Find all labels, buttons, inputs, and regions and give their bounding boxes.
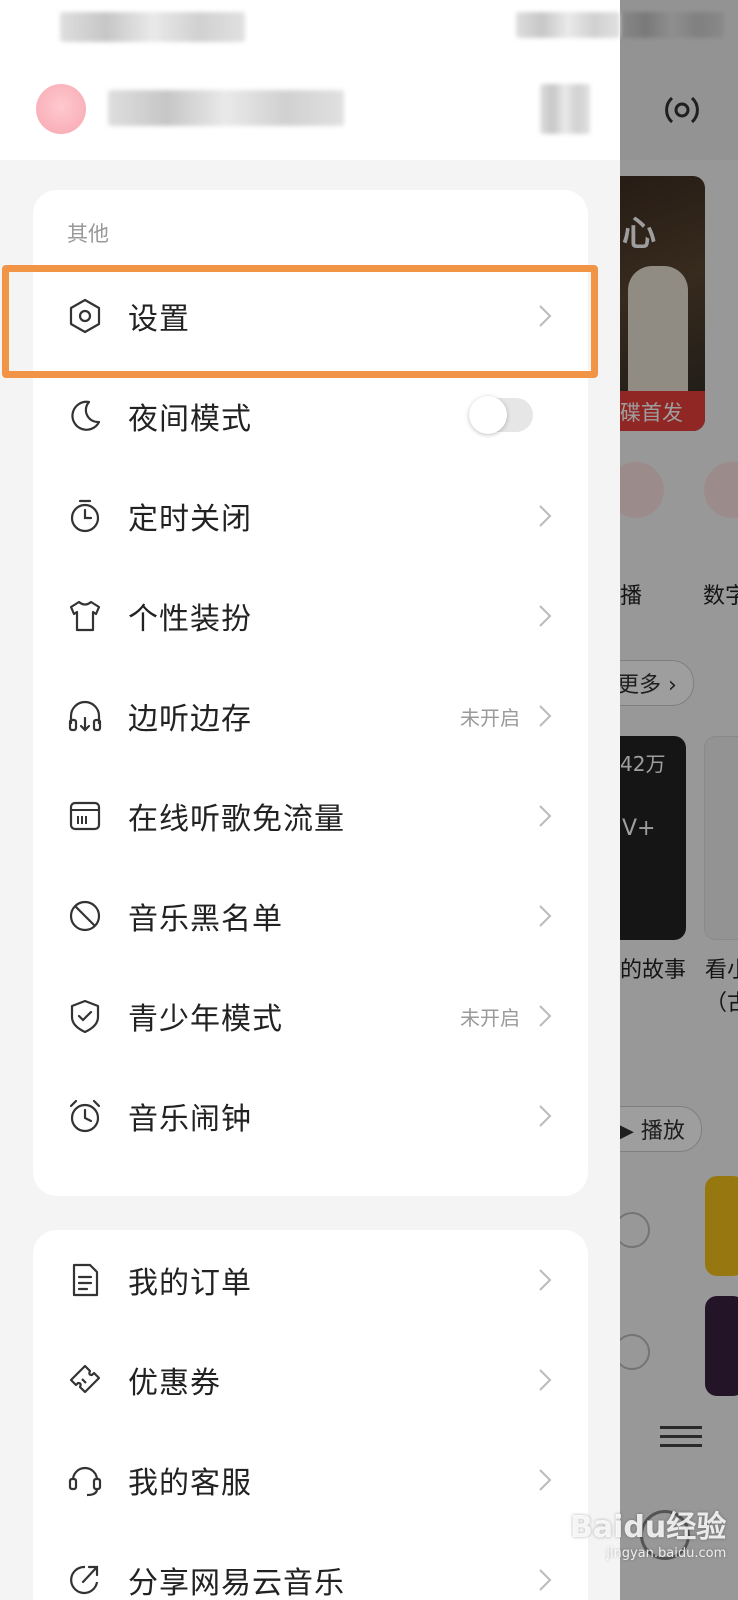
drawer-header xyxy=(0,0,620,160)
chevron-right-icon xyxy=(539,905,552,927)
menu-item-label: 个性装扮 xyxy=(128,602,252,637)
menu-item-share[interactable]: 分享网易云音乐 xyxy=(33,1530,588,1600)
chevron-right-icon xyxy=(539,1369,552,1391)
chevron-right-icon xyxy=(539,505,552,527)
alarm-clock-icon xyxy=(67,1098,103,1134)
chevron-right-icon xyxy=(539,805,552,827)
menu-item-youth-mode[interactable]: 青少年模式 未开启 xyxy=(33,966,588,1066)
watermark-url: jingyan.baidu.com xyxy=(606,1546,727,1561)
chevron-right-icon xyxy=(539,705,552,727)
menu-item-label: 在线听歌免流量 xyxy=(128,802,345,837)
user-avatar[interactable] xyxy=(36,84,86,134)
chevron-right-icon xyxy=(539,1105,552,1127)
chevron-right-icon xyxy=(539,305,552,327)
menu-item-label: 优惠券 xyxy=(128,1366,221,1401)
menu-item-blacklist[interactable]: 音乐黑名单 xyxy=(33,866,588,966)
menu-item-label: 音乐黑名单 xyxy=(128,902,283,937)
timer-icon xyxy=(67,498,103,534)
menu-item-label: 分享网易云音乐 xyxy=(128,1566,345,1600)
status-value: 未开启 xyxy=(460,1005,520,1030)
headphones-download-icon xyxy=(67,698,103,734)
menu-item-customer-service[interactable]: 我的客服 xyxy=(33,1430,588,1530)
menu-item-sleep-timer[interactable]: 定时关闭 xyxy=(33,466,588,566)
menu-item-coupons[interactable]: 优惠券 xyxy=(33,1330,588,1430)
tshirt-icon xyxy=(67,598,103,634)
other-settings-card: 其他 设置 夜间模式 定时关闭 个性装扮 边听边存 未开启 在线听歌免流量 音乐… xyxy=(33,190,588,1196)
menu-item-alarm[interactable]: 音乐闹钟 xyxy=(33,1066,588,1166)
section-title-other: 其他 xyxy=(67,222,109,246)
menu-item-label: 我的客服 xyxy=(128,1466,252,1501)
menu-item-settings[interactable]: 设置 xyxy=(33,266,588,366)
scan-icon-blurred xyxy=(540,84,590,134)
drawer-scrim-overlay[interactable] xyxy=(620,0,738,1600)
menu-item-label: 青少年模式 xyxy=(128,1002,283,1037)
menu-item-label: 我的订单 xyxy=(128,1266,252,1301)
menu-item-label: 夜间模式 xyxy=(128,402,252,437)
scan-icon[interactable] xyxy=(540,84,590,134)
share-icon xyxy=(67,1562,103,1598)
baidu-watermark: Baidu经验 jingyan.baidu.com xyxy=(570,1502,726,1561)
order-document-icon xyxy=(67,1262,103,1298)
customer-service-icon xyxy=(67,1462,103,1498)
account-card: 我的订单 优惠券 我的客服 分享网易云音乐 xyxy=(33,1230,588,1600)
coupon-icon xyxy=(67,1362,103,1398)
toggle-knob xyxy=(469,396,507,434)
menu-item-free-data[interactable]: 在线听歌免流量 xyxy=(33,766,588,866)
chevron-right-icon xyxy=(539,1569,552,1591)
chevron-right-icon xyxy=(539,1469,552,1491)
chevron-right-icon xyxy=(539,605,552,627)
username-blurred[interactable] xyxy=(108,90,344,126)
shield-check-icon xyxy=(67,998,103,1034)
block-icon xyxy=(67,898,103,934)
menu-item-label: 音乐闹钟 xyxy=(128,1102,252,1137)
status-bar-mid-blurred xyxy=(516,12,620,38)
menu-item-label: 定时关闭 xyxy=(128,502,252,537)
chevron-right-icon xyxy=(539,1269,552,1291)
moon-icon xyxy=(67,398,103,434)
night-mode-toggle[interactable] xyxy=(469,396,533,434)
gear-hexagon-icon xyxy=(67,298,103,334)
watermark-brand: Baidu经验 xyxy=(570,1510,727,1545)
menu-item-label: 边听边存 xyxy=(128,702,252,737)
menu-item-cache-while-listening[interactable]: 边听边存 未开启 xyxy=(33,666,588,766)
chevron-right-icon xyxy=(539,1005,552,1027)
menu-item-night-mode: 夜间模式 xyxy=(33,366,588,466)
menu-item-orders[interactable]: 我的订单 xyxy=(33,1230,588,1330)
sim-card-icon xyxy=(67,798,103,834)
menu-item-label: 设置 xyxy=(128,302,190,337)
menu-item-theme[interactable]: 个性装扮 xyxy=(33,566,588,666)
side-drawer: 其他 设置 夜间模式 定时关闭 个性装扮 边听边存 未开启 在线听歌免流量 音乐… xyxy=(0,0,620,1600)
status-bar-left-blurred xyxy=(60,12,245,42)
status-value: 未开启 xyxy=(460,705,520,730)
